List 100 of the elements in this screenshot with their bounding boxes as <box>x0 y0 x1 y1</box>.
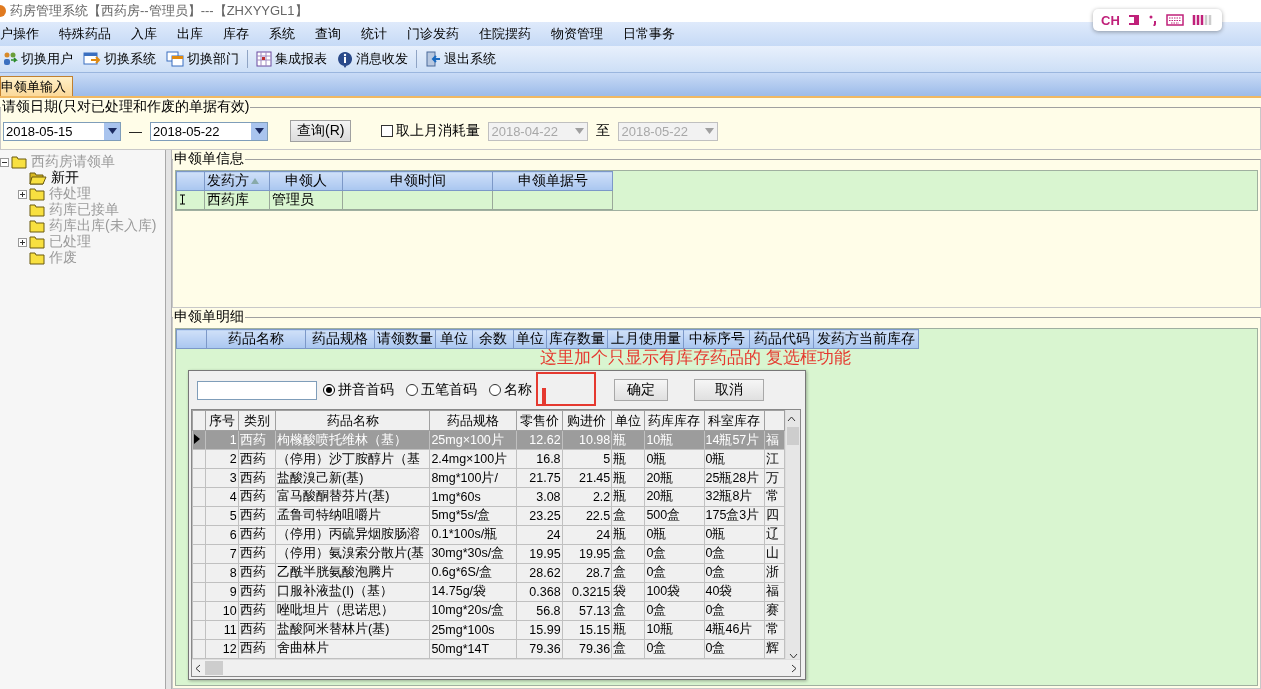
toolbar-button[interactable]: 退出系统 <box>423 50 498 68</box>
column-header[interactable]: 科室库存 <box>704 410 765 431</box>
toolbar-button[interactable]: 切换部门 <box>164 50 241 68</box>
table-cell: 25瓶28片 <box>705 470 760 485</box>
folder-icon <box>29 219 45 233</box>
keyboard-icon[interactable] <box>1165 14 1184 26</box>
column-header[interactable]: 上月使用量 <box>607 329 684 349</box>
table-cell: 6 <box>229 527 237 542</box>
table-cell: 0瓶 <box>646 527 667 542</box>
scroll-thumb[interactable] <box>205 661 223 675</box>
table-cell: 15.15 <box>579 622 611 637</box>
column-header[interactable]: 药库库存 <box>644 410 704 431</box>
column-header[interactable]: 零售价 <box>516 410 563 431</box>
column-header[interactable]: 发药方 <box>204 171 270 191</box>
column-header[interactable]: 库存数量 <box>546 329 608 349</box>
column-header[interactable]: 发药方当前库存 <box>813 329 919 349</box>
table-cell: 500盒 <box>646 508 681 523</box>
table-cell: 4瓶46片 <box>705 622 753 637</box>
column-header[interactable]: 药品规格 <box>305 329 375 349</box>
windows-icon <box>166 51 184 67</box>
table-cell: 西药 <box>239 527 266 542</box>
column-header[interactable]: 中标序号 <box>683 329 750 349</box>
table-cell: 福 <box>766 432 780 447</box>
menu-item[interactable]: 系统 <box>259 25 305 43</box>
menu-item[interactable]: 特殊药品 <box>49 25 121 43</box>
collapse-icon[interactable] <box>0 157 9 167</box>
tree-item[interactable]: 新开 <box>49 169 79 187</box>
column-header[interactable]: 药品规格 <box>429 410 517 431</box>
menu-item[interactable]: 住院摆药 <box>469 25 541 43</box>
vertical-scrollbar[interactable] <box>785 410 800 659</box>
menu-item[interactable]: 统计 <box>351 25 397 43</box>
table-cell: 西药 <box>239 565 266 580</box>
table-cell: 西药 <box>239 508 266 523</box>
toolbar-button[interactable]: 切换用户 <box>0 50 75 68</box>
confirm-button[interactable]: 确定 <box>614 379 668 401</box>
last-month-checkbox[interactable]: 取上月消耗量 <box>381 122 481 140</box>
radio-option[interactable]: 拼音首码 <box>323 381 394 399</box>
column-header[interactable]: 单位 <box>513 329 547 349</box>
cancel-button[interactable]: 取消 <box>694 379 764 401</box>
bars-icon[interactable] <box>1191 14 1214 26</box>
toolbar-button[interactable]: 集成报表 <box>254 50 329 68</box>
half-width-icon[interactable] <box>1127 14 1140 26</box>
chevron-right-icon[interactable] <box>791 663 797 673</box>
column-header[interactable]: 购进价 <box>562 410 612 431</box>
radio-option[interactable]: 五笔首码 <box>406 381 477 399</box>
menu-item[interactable]: 出库 <box>167 25 213 43</box>
chevron-left-icon[interactable] <box>195 663 201 673</box>
tab[interactable]: 申领单输入 <box>0 76 73 96</box>
table-cell: 盐酸溴己新(基) <box>277 470 364 485</box>
scroll-thumb[interactable] <box>787 427 800 445</box>
column-header[interactable]: 序号 <box>205 410 239 431</box>
chevron-down-icon[interactable] <box>788 653 798 659</box>
table-cell: 8mg*100片/ <box>431 470 498 485</box>
toolbar-button[interactable]: 消息收发 <box>335 50 410 68</box>
search-field[interactable] <box>197 380 317 400</box>
query-button[interactable]: 查询(R) <box>290 120 352 142</box>
table-cell: 乙酰半胱氨酸泡腾片 <box>277 565 395 580</box>
table-cell: 0.3215 <box>572 584 611 599</box>
column-header[interactable]: 药品名称 <box>206 329 306 349</box>
chevron-up-icon[interactable] <box>787 416 797 422</box>
info-icon <box>337 50 353 68</box>
expand-icon[interactable] <box>18 189 27 199</box>
table-cell: 21.75 <box>529 471 561 485</box>
radio-option[interactable]: 名称 <box>489 381 532 399</box>
table-cell: 0盒 <box>646 641 667 656</box>
menu-item[interactable]: 库存 <box>213 25 259 43</box>
table-cell: 24 <box>546 527 561 542</box>
table-cell: 2 <box>229 452 237 466</box>
open-folder-icon <box>29 171 47 185</box>
highlight-frame <box>536 372 596 406</box>
expand-icon[interactable] <box>18 237 27 247</box>
table-cell: 19.95 <box>529 546 561 561</box>
ime-language[interactable]: CH <box>1101 12 1120 28</box>
column-header[interactable]: 药品代码 <box>749 329 814 349</box>
menu-item[interactable]: 门诊发药 <box>397 25 469 43</box>
folder-icon <box>29 251 45 265</box>
column-header[interactable]: 类别 <box>238 410 276 431</box>
table-cell: 西药 <box>239 546 266 561</box>
menu-item[interactable]: 户操作 <box>0 25 49 43</box>
table-cell: 10瓶 <box>646 622 674 637</box>
column-header[interactable]: 申领单据号 <box>492 171 613 191</box>
menu-item[interactable]: 查询 <box>305 25 351 43</box>
table-cell: 8 <box>229 565 237 580</box>
toolbar-button[interactable]: 切换系统 <box>81 50 158 68</box>
punctuation-icon[interactable] <box>1147 14 1158 26</box>
table-cell: 5 <box>229 508 237 523</box>
column-header[interactable]: 单位 <box>435 329 473 349</box>
column-header[interactable]: 申领人 <box>269 171 343 191</box>
column-header[interactable]: 药品名称 <box>275 410 430 431</box>
table-cell: 盒 <box>613 565 627 580</box>
date-field[interactable]: 2018-05-15 <box>3 121 121 141</box>
date-field[interactable]: 2018-05-22 <box>150 121 268 141</box>
menu-item[interactable]: 日常事务 <box>613 25 685 43</box>
column-header[interactable]: 请领数量 <box>374 329 436 349</box>
column-header[interactable]: 申领时间 <box>342 171 493 191</box>
horizontal-scrollbar[interactable] <box>192 659 800 676</box>
column-header[interactable]: 余数 <box>472 329 514 349</box>
menu-item[interactable]: 入库 <box>121 25 167 43</box>
column-header[interactable]: 单位 <box>611 410 645 431</box>
menu-item[interactable]: 物资管理 <box>541 25 613 43</box>
